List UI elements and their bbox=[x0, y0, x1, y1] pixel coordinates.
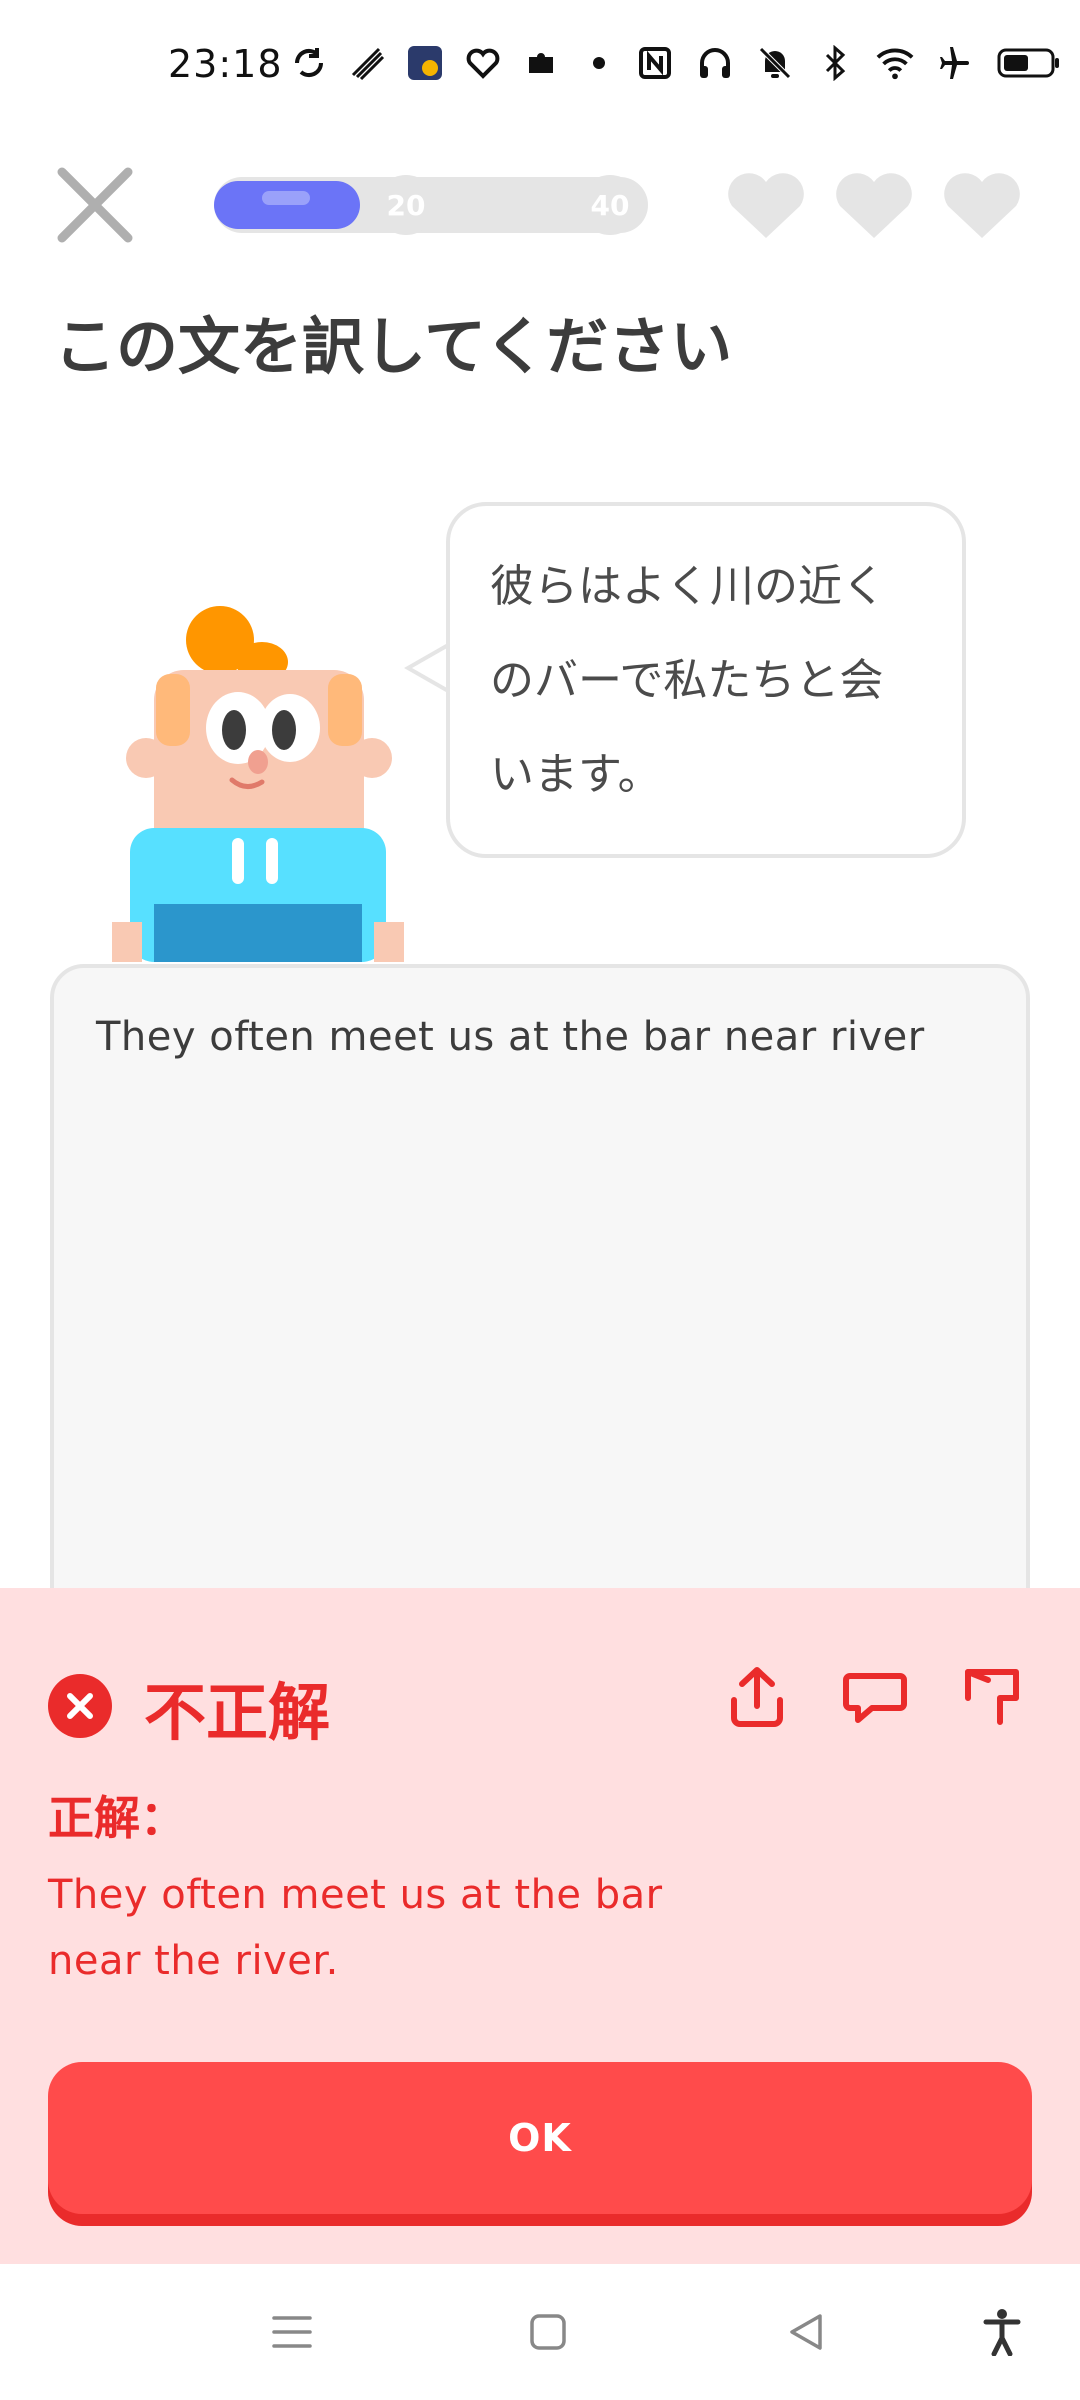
answer-value: They often meet us at the bar near river bbox=[96, 1014, 925, 1060]
flag-icon[interactable] bbox=[958, 1662, 1028, 1732]
heart-outline-icon bbox=[464, 44, 502, 82]
wifi-icon bbox=[876, 44, 914, 82]
progress-shine bbox=[262, 191, 310, 205]
ok-button[interactable]: OK bbox=[48, 2062, 1032, 2214]
headphones-icon bbox=[696, 44, 734, 82]
airplane-icon bbox=[936, 44, 974, 82]
prompt-line[interactable]: います。 bbox=[490, 728, 950, 822]
status-right-icons bbox=[636, 44, 1062, 82]
correct-answer-text: They often meet us at the bar near the r… bbox=[48, 1862, 688, 1994]
close-icon bbox=[57, 167, 133, 243]
character-avatar bbox=[112, 606, 404, 962]
bluetooth-icon bbox=[816, 44, 854, 82]
prompt-line[interactable]: 彼らはよく川の近く bbox=[490, 540, 950, 634]
status-time: 23:18 bbox=[168, 42, 283, 86]
feedback-status: 不正解 bbox=[144, 1676, 331, 1749]
incorrect-icon bbox=[48, 1674, 112, 1738]
heart-icon bbox=[836, 173, 912, 238]
milestone-20: 20 bbox=[376, 175, 436, 235]
close-button[interactable] bbox=[52, 162, 138, 248]
prompt-text[interactable]: 彼らはよく川の近く のバーで私たちと会 います。 bbox=[490, 540, 950, 822]
nfc-icon bbox=[636, 44, 674, 82]
puzzle-icon bbox=[522, 44, 560, 82]
home-icon[interactable] bbox=[518, 2302, 578, 2362]
share-icon[interactable] bbox=[722, 1662, 792, 1732]
correct-answer-line: They often meet us at the bar bbox=[48, 1872, 663, 1918]
accessibility-icon[interactable] bbox=[972, 2302, 1032, 2362]
prompt-line[interactable]: のバーで私たちと会 bbox=[490, 634, 950, 728]
page-title: この文を訳してください bbox=[54, 310, 733, 383]
sync-icon bbox=[290, 44, 328, 82]
heart-icon bbox=[944, 173, 1020, 238]
milestone-40: 40 bbox=[580, 175, 640, 235]
correct-answer-label: 正解： bbox=[48, 1791, 186, 1845]
back-icon[interactable] bbox=[776, 2302, 836, 2362]
dot-icon bbox=[580, 44, 618, 82]
progress-fill bbox=[214, 181, 360, 229]
heart-icon bbox=[728, 173, 804, 238]
battery-icon bbox=[996, 44, 1062, 82]
antenna-icon bbox=[348, 44, 386, 82]
hearts bbox=[724, 170, 1024, 242]
app-badge-icon bbox=[406, 44, 444, 82]
comment-icon[interactable] bbox=[840, 1662, 910, 1732]
menu-icon[interactable] bbox=[262, 2302, 322, 2362]
bell-muted-icon bbox=[756, 44, 794, 82]
status-left-icons bbox=[290, 44, 618, 82]
correct-answer-line: near the river. bbox=[48, 1938, 339, 1984]
